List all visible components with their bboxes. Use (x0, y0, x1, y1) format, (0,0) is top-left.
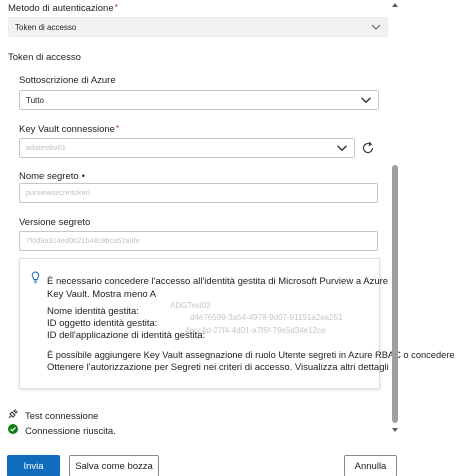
chevron-down-icon (361, 97, 371, 104)
secret-name-input[interactable]: purviewsecrettoken (19, 183, 378, 203)
refresh-icon[interactable] (361, 141, 375, 155)
connection-status: Connessione riuscita. (25, 426, 116, 437)
identity-app-label: ID dell'applicazione di identità gestita… (47, 330, 206, 341)
identity-object-value: d4e76599-3a54-4978-9d07-91191a2ea251 (190, 313, 343, 322)
secret-version-label: Versione segreto (19, 217, 91, 228)
test-connection-link[interactable]: Test connessione (25, 411, 98, 422)
chevron-down-icon (371, 24, 381, 30)
info-line-7: Ottenere l'autorizzazione per Segreti ne… (47, 362, 389, 373)
identity-app-value: 4ecc4d-27f4-4d01-a7f6f-79e5d34e12ce (185, 326, 326, 335)
info-line-1: È necessario concedere l'accesso all'ide… (47, 276, 389, 287)
chevron-down-icon (337, 145, 347, 152)
auth-method-select[interactable]: Token di accesso (8, 17, 388, 37)
save-draft-button[interactable]: Salva come bozza (69, 455, 159, 476)
identity-name-label: Nome identità gestita: (47, 306, 139, 317)
secret-version-input[interactable]: 7f0d9a314ed0b21b48c9bca52a8fe (19, 231, 378, 251)
keyvault-select[interactable]: adatestkv01 (19, 138, 355, 158)
submit-button[interactable]: Invia (7, 455, 60, 476)
info-line-2: Key Vault. Mostra meno A (47, 289, 157, 300)
success-check-icon (8, 424, 18, 434)
scrollbar-thumb[interactable] (392, 165, 398, 423)
subscription-select[interactable]: Tutto (19, 90, 379, 110)
lightbulb-icon (31, 271, 40, 284)
subscription-label: Sottoscrizione di Azure (19, 75, 116, 86)
identity-name-value: ADGTest02 (170, 301, 211, 310)
cancel-button[interactable]: Annulla (344, 455, 397, 476)
subscription-value: Tutto (26, 95, 44, 105)
keyvault-value: adatestkv01 (26, 144, 66, 152)
secret-name-label: Nome segreto • (19, 171, 85, 182)
plug-icon (8, 409, 18, 419)
section-title: Token di accesso (8, 52, 81, 63)
identity-object-label: ID oggetto identità gestita: (47, 318, 158, 329)
scroll-down-arrow[interactable] (391, 427, 399, 433)
scroll-up-arrow[interactable] (391, 2, 399, 8)
auth-method-value: Token di accesso (15, 22, 77, 32)
keyvault-label: Key Vault connessione* (19, 124, 120, 135)
auth-method-label: Metodo di autenticazione* (8, 3, 118, 14)
